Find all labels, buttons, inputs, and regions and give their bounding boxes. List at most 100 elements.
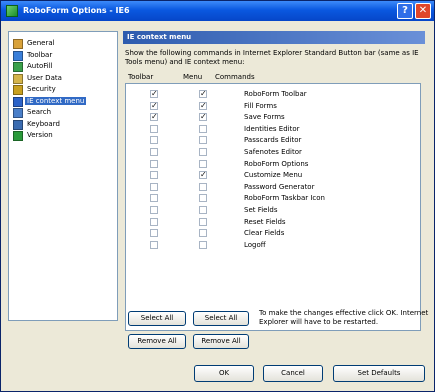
sidebar-item[interactable]: User Data <box>13 73 115 85</box>
command-label: Clear Fields <box>244 229 285 238</box>
command-row: Clear Fields <box>126 227 420 239</box>
command-row: ✓ ✓ Save Forms <box>126 111 420 123</box>
command-label: Passcards Editor <box>244 136 302 145</box>
sidebar-item-label: Keyboard <box>27 119 60 128</box>
command-label: Identities Editor <box>244 124 300 133</box>
options-window: RoboForm Options - IE6 ? ✕ General Toolba… <box>0 0 435 392</box>
toolbar-checkbox[interactable] <box>150 240 158 249</box>
menu-checkbox[interactable] <box>199 136 207 145</box>
command-label: Save Forms <box>244 113 285 122</box>
menu-checkbox[interactable]: ✓ <box>199 171 207 180</box>
menu-column-header: Menu <box>183 73 203 81</box>
autofill-icon <box>13 62 23 72</box>
cancel-button[interactable]: Cancel <box>263 365 323 382</box>
toolbar-checkbox[interactable] <box>150 217 158 226</box>
menu-checkbox[interactable] <box>199 229 207 238</box>
menu-checkbox[interactable]: ✓ <box>199 90 207 98</box>
sidebar-item-label: AutoFill <box>27 62 53 70</box>
toolbar-checkbox[interactable]: ✓ <box>150 90 158 98</box>
toolbar-checkbox[interactable] <box>150 124 158 133</box>
options-category-list: General Toolbar AutoFill User Data Security I… <box>8 31 118 321</box>
menu-checkbox[interactable] <box>199 159 207 168</box>
menu-checkbox[interactable]: ✓ <box>199 113 207 122</box>
command-label: RoboForm Options <box>244 159 309 168</box>
command-row: RoboForm Options <box>126 158 420 170</box>
sidebar-item[interactable]: Keyboard <box>13 119 115 131</box>
command-label: RoboForm Taskbar Icon <box>244 194 325 203</box>
sidebar-item[interactable]: Toolbar <box>13 50 115 62</box>
commands-list: ✓ ✓ RoboForm Toolbar ✓ ✓ Fill Forms ✓ ✓ Save For… <box>125 83 421 331</box>
version-icon <box>13 131 23 141</box>
toolbar-checkbox[interactable] <box>150 229 158 238</box>
general-icon <box>13 39 23 49</box>
panel-header: IE context menu <box>123 31 425 44</box>
command-label: RoboForm Toolbar <box>244 90 307 98</box>
set-defaults-button[interactable]: Set Defaults <box>333 365 425 382</box>
command-label: Customize Menu <box>244 171 303 180</box>
toolbar-icon <box>13 50 23 61</box>
command-row: Logoff <box>126 239 420 251</box>
toolbar-checkbox[interactable] <box>150 136 158 145</box>
commands-column-header: Commands <box>215 73 255 81</box>
menu-checkbox[interactable] <box>199 124 207 133</box>
menu-checkbox[interactable] <box>199 182 207 191</box>
close-button[interactable]: ✕ <box>415 3 431 19</box>
command-label: Fill Forms <box>244 101 277 110</box>
toolbar-column-header: Toolbar <box>128 73 154 81</box>
command-row: Reset Fields <box>126 216 420 228</box>
command-row: Password Generator <box>126 181 420 193</box>
command-label: Safenotes Editor <box>244 148 302 156</box>
panel-description: Show the following commands in Internet … <box>125 49 419 66</box>
command-row: ✓ Customize Menu <box>126 169 420 181</box>
remove-all-toolbar-button[interactable]: Remove All <box>128 334 186 349</box>
command-row: Set Fields <box>126 204 420 216</box>
command-label: Password Generator <box>244 182 315 191</box>
search-icon <box>13 108 23 118</box>
ok-button[interactable]: OK <box>194 365 254 382</box>
sidebar-item[interactable]: Search <box>13 107 115 119</box>
toolbar-checkbox[interactable]: ✓ <box>150 101 158 110</box>
toolbar-checkbox[interactable] <box>150 159 158 168</box>
sidebar-item[interactable]: AutoFill <box>13 61 115 73</box>
sidebar-item-label: User Data <box>27 73 62 82</box>
command-row: ✓ ✓ RoboForm Toolbar <box>126 88 420 100</box>
command-row: Identities Editor <box>126 123 420 135</box>
restart-note: To make the changes effective click OK. … <box>259 309 429 326</box>
sidebar-item[interactable]: Version <box>13 130 115 142</box>
user-data-icon <box>13 73 23 84</box>
select-all-toolbar-button[interactable]: Select All <box>128 311 186 326</box>
sidebar-item-label: Security <box>27 85 56 93</box>
roboform-app-icon <box>6 5 18 17</box>
menu-checkbox[interactable]: ✓ <box>199 101 207 110</box>
menu-checkbox[interactable] <box>199 240 207 249</box>
security-icon <box>13 85 23 95</box>
sidebar-item[interactable]: IE context menu <box>13 96 115 108</box>
help-button[interactable]: ? <box>397 3 413 19</box>
command-row: Passcards Editor <box>126 134 420 146</box>
toolbar-checkbox[interactable] <box>150 206 158 214</box>
toolbar-checkbox[interactable]: ✓ <box>150 113 158 122</box>
toolbar-checkbox[interactable] <box>150 171 158 180</box>
title-bar: RoboForm Options - IE6 ? ✕ <box>1 1 434 21</box>
sidebar-item[interactable]: Security <box>13 84 115 96</box>
select-all-menu-button[interactable]: Select All <box>193 311 249 326</box>
keyboard-icon <box>13 119 23 130</box>
toolbar-checkbox[interactable] <box>150 148 158 156</box>
sidebar-item-label: Toolbar <box>27 50 53 59</box>
remove-all-menu-button[interactable]: Remove All <box>193 334 249 349</box>
command-row: Safenotes Editor <box>126 146 420 158</box>
menu-checkbox[interactable] <box>199 217 207 226</box>
sidebar-item-label: IE context menu <box>25 96 87 105</box>
sidebar-item-label: General <box>27 39 55 47</box>
command-row: RoboForm Taskbar Icon <box>126 192 420 204</box>
menu-checkbox[interactable] <box>199 206 207 214</box>
menu-checkbox[interactable] <box>199 148 207 156</box>
command-label: Set Fields <box>244 206 278 214</box>
toolbar-checkbox[interactable] <box>150 182 158 191</box>
menu-checkbox[interactable] <box>199 194 207 203</box>
sidebar-item[interactable]: General <box>13 38 115 50</box>
toolbar-checkbox[interactable] <box>150 194 158 203</box>
ie-context-menu-icon <box>13 96 23 107</box>
sidebar-item-label: Version <box>27 131 53 139</box>
panel-title: IE context menu <box>127 33 192 41</box>
